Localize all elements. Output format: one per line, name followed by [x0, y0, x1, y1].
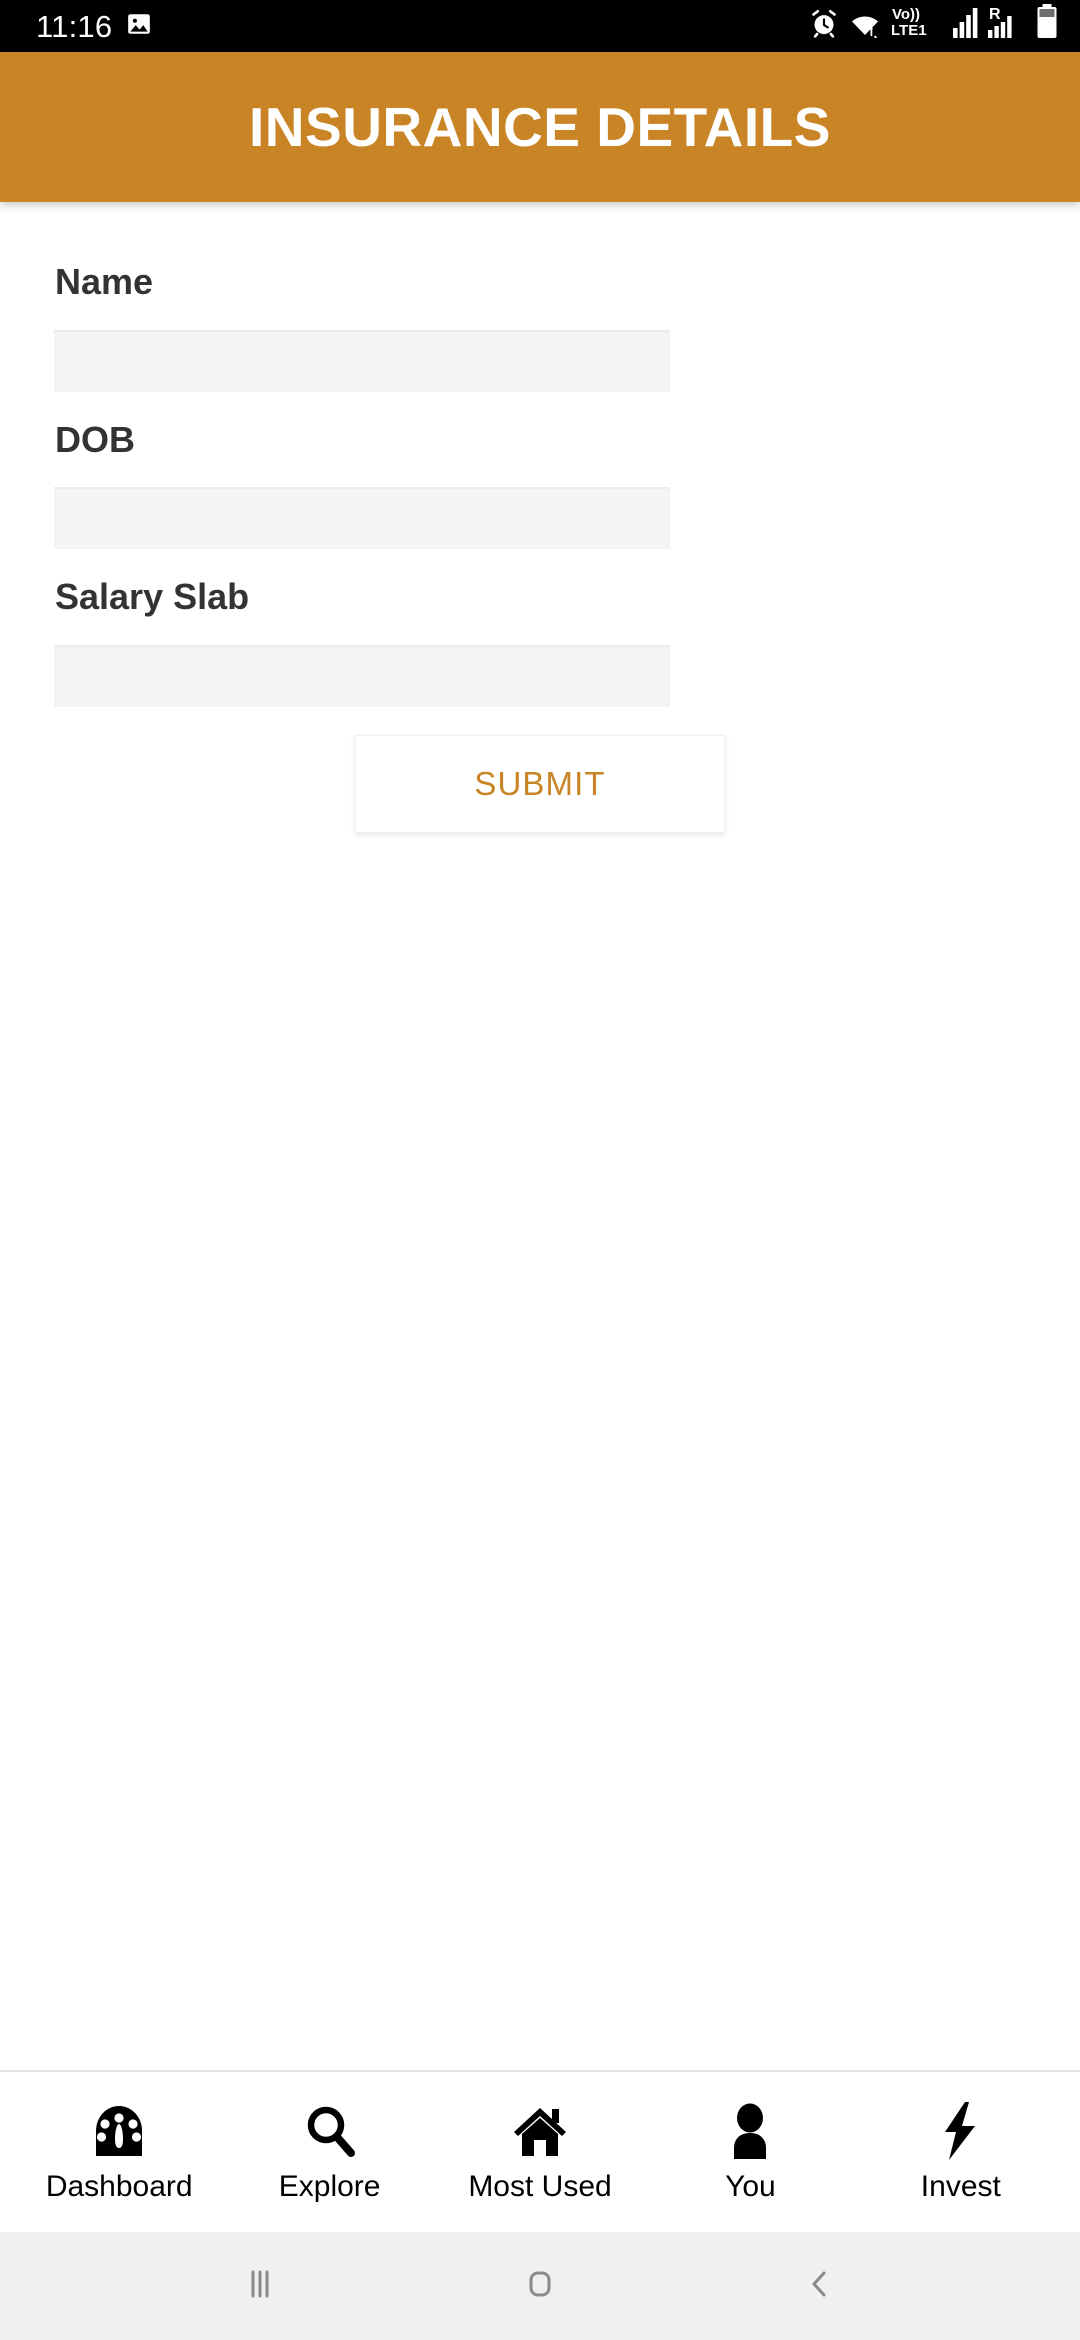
alarm-icon	[809, 8, 839, 43]
name-input[interactable]	[54, 329, 670, 392]
android-system-nav	[0, 2232, 1080, 2340]
tab-you-label: You	[725, 2170, 776, 2203]
field-group-dob: DOB	[54, 418, 1026, 550]
tab-explore-label: Explore	[278, 2170, 381, 2203]
person-icon	[725, 2102, 775, 2160]
salary-slab-input[interactable]	[54, 644, 670, 707]
lightning-bolt-icon	[941, 2102, 981, 2160]
svg-text:LTE1: LTE1	[891, 22, 927, 38]
dob-input[interactable]	[54, 487, 670, 550]
roaming-icon: R	[987, 4, 1027, 43]
status-bar-left: 11:16	[36, 11, 152, 42]
dob-label: DOB	[55, 418, 135, 460]
field-group-name: Name	[54, 262, 1026, 392]
status-bar-right: Vo)) LTE1 R	[809, 0, 1058, 52]
battery-icon	[1036, 4, 1058, 43]
submit-button[interactable]: SUBMIT	[355, 734, 725, 833]
tab-dashboard-label: Dashboard	[45, 2170, 193, 2203]
svg-text:Vo)): Vo))	[892, 6, 920, 23]
tab-invest[interactable]: Invest	[856, 2102, 1066, 2202]
status-bar: 11:16 Vo)) LTE1 R	[0, 0, 1080, 52]
speedometer-icon	[91, 2102, 147, 2160]
status-bar-clock: 11:16	[36, 8, 113, 44]
bottom-tab-bar: Dashboard Explore Most Used You Invest	[0, 2070, 1080, 2232]
home-button[interactable]	[480, 2232, 600, 2340]
app-header: INSURANCE DETAILS	[0, 52, 1080, 202]
search-icon	[302, 2102, 358, 2160]
back-button[interactable]	[760, 2232, 880, 2340]
back-chevron-icon	[800, 2264, 840, 2309]
tab-most-used[interactable]: Most Used	[435, 2102, 645, 2202]
wifi-icon	[848, 8, 882, 43]
recents-button[interactable]	[200, 2232, 320, 2340]
phone-screen: 11:16 Vo)) LTE1 R INSURANCE DETAILS Name…	[0, 0, 1080, 2340]
salary-slab-label: Salary Slab	[55, 576, 250, 618]
field-group-salary-slab: Salary Slab	[54, 577, 1026, 707]
tab-explore[interactable]: Explore	[224, 2102, 434, 2202]
image-icon	[126, 11, 152, 42]
tab-you[interactable]: You	[645, 2102, 855, 2202]
home-icon	[511, 2102, 569, 2160]
svg-text:R: R	[989, 6, 1001, 23]
home-square-icon	[520, 2264, 560, 2309]
name-label: Name	[55, 261, 154, 302]
tab-dashboard[interactable]: Dashboard	[14, 2102, 224, 2202]
insurance-details-form: Name DOB Salary Slab SUBMIT	[0, 202, 1080, 2070]
volte-icon: Vo)) LTE1	[891, 4, 943, 43]
signal-bars-sim1-icon	[952, 8, 978, 43]
recents-icon	[240, 2264, 280, 2309]
submit-row: SUBMIT	[54, 734, 1026, 833]
tab-invest-label: Invest	[920, 2170, 1001, 2203]
tab-most-used-label: Most Used	[468, 2170, 612, 2203]
page-title: INSURANCE DETAILS	[249, 95, 831, 158]
